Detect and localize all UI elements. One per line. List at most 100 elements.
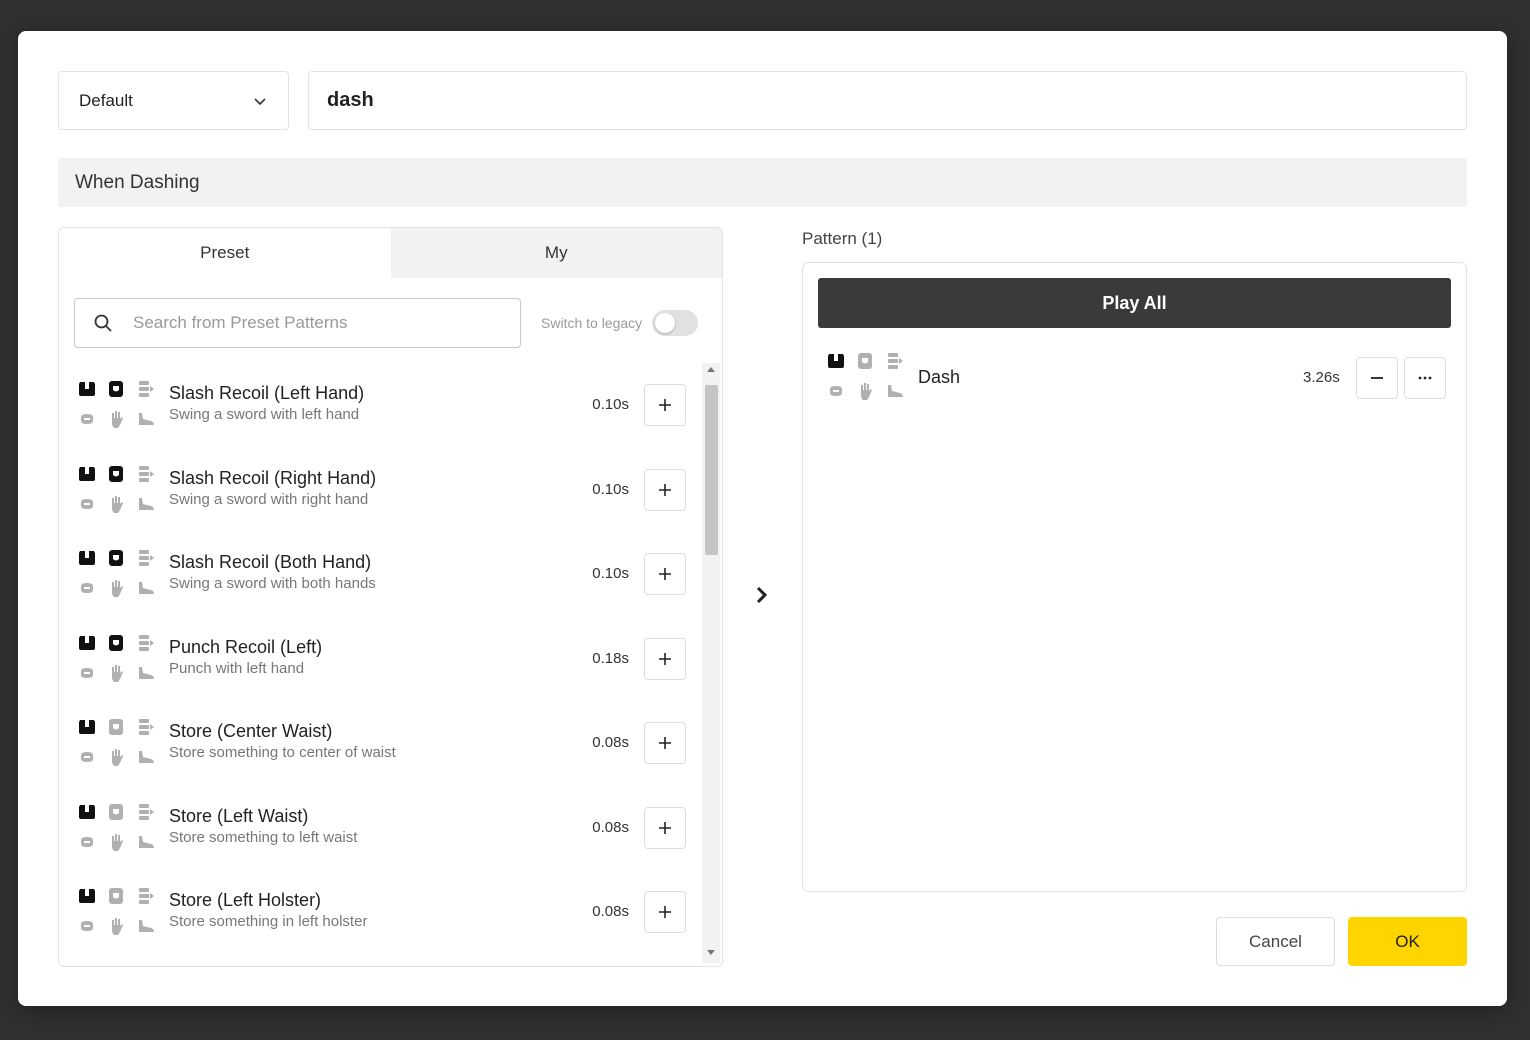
device-icons [76, 801, 156, 853]
face-mask-icon [105, 547, 127, 569]
hand-icon [854, 380, 876, 402]
vest-icon [76, 885, 98, 907]
preset-description: Punch with left hand [169, 659, 305, 677]
preset-title: Store (Center Waist) [169, 721, 333, 741]
preset-list-item[interactable]: Store (Left Waist) Store something to le… [59, 786, 699, 871]
hand-band-icon [76, 915, 98, 937]
add-preset-button[interactable] [644, 468, 686, 511]
more-options-button[interactable] [1404, 357, 1446, 399]
arm-band-icon [135, 378, 157, 400]
scroll-up-arrow[interactable] [702, 366, 720, 376]
hand-band-icon [825, 380, 847, 402]
vest-icon [76, 801, 98, 823]
pattern-item[interactable]: Dash 3.26s [818, 348, 1451, 408]
search-row: Switch to legacy [74, 298, 709, 348]
hand-band-icon [76, 662, 98, 684]
preset-list-item[interactable]: Slash Recoil (Right Hand) Swing a sword … [59, 448, 699, 533]
preset-description: Store something to center of waist [169, 744, 396, 761]
hand-icon [105, 915, 127, 937]
hand-icon [105, 662, 127, 684]
tab-my-label: My [544, 243, 568, 262]
tab-my[interactable]: My [390, 228, 722, 278]
scroll-down-arrow[interactable] [702, 950, 720, 960]
vest-icon [825, 350, 847, 372]
search-input[interactable] [133, 313, 502, 333]
preset-list-item[interactable]: Punch Recoil (Left) Punch with left hand… [59, 617, 699, 702]
pattern-panel: Play All Dash 3.26s [802, 262, 1467, 892]
play-all-button[interactable]: Play All [818, 278, 1451, 328]
plus-icon [659, 821, 671, 834]
preset-title: Punch Recoil (Left) [169, 636, 323, 657]
preset-list-item[interactable]: Slash Recoil (Both Hand) Swing a sword w… [59, 532, 699, 617]
foot-icon [135, 746, 157, 768]
pattern-dialog: Default dash When Dashing Preset My Swit… [18, 31, 1507, 1006]
add-preset-button[interactable] [644, 384, 686, 426]
preset-title: Slash Recoil (Left Hand) [169, 383, 365, 403]
tab-bar: Preset My [59, 228, 722, 278]
preset-duration: 0.08s [592, 818, 629, 836]
device-icons [825, 350, 905, 402]
legacy-toggle[interactable] [652, 310, 699, 336]
add-preset-button[interactable] [644, 891, 686, 933]
vest-icon [76, 632, 98, 654]
device-icons [76, 716, 156, 768]
pattern-name-input[interactable]: dash [308, 71, 1467, 130]
vest-icon [76, 716, 98, 738]
add-preset-button[interactable] [644, 637, 686, 680]
preset-title: Slash Recoil (Both Hand) [169, 552, 372, 572]
hand-icon [105, 746, 127, 768]
face-mask-icon [105, 463, 127, 485]
legacy-label: Switch to legacy [541, 315, 643, 331]
face-mask-icon [105, 716, 127, 738]
preset-list-item[interactable]: Store (Center Waist) Store something to … [59, 701, 699, 786]
hand-icon [105, 408, 127, 430]
preset-description: Store something to left waist [169, 828, 358, 846]
foot-icon [135, 493, 157, 515]
scrollbar[interactable] [702, 363, 720, 963]
add-preset-button[interactable] [644, 806, 686, 849]
arm-band-icon [135, 547, 157, 569]
device-icons [76, 632, 156, 684]
search-box [74, 298, 521, 348]
arm-band-icon [135, 716, 157, 738]
device-icons [76, 463, 156, 515]
add-preset-button[interactable] [644, 553, 686, 595]
more-horizontal-icon [1418, 376, 1432, 380]
preset-description: Store something in left holster [169, 913, 368, 930]
chevron-right-icon[interactable] [752, 584, 772, 606]
face-mask-icon [854, 350, 876, 372]
preset-duration: 0.10s [592, 565, 629, 582]
preset-list-item[interactable]: Store (Left Holster) Store something in … [59, 870, 699, 955]
preset-duration: 0.18s [592, 649, 629, 667]
hand-band-icon [76, 577, 98, 599]
preset-duration: 0.08s [592, 734, 629, 751]
search-icon [94, 314, 112, 332]
scroll-thumb[interactable] [705, 385, 718, 555]
preset-select-value: Default [79, 90, 133, 110]
cancel-button[interactable]: Cancel [1216, 917, 1335, 966]
hand-icon [105, 493, 127, 515]
play-all-label: Play All [1102, 292, 1167, 313]
preset-description: Swing a sword with left hand [169, 406, 360, 423]
foot-icon [135, 915, 157, 937]
device-icons [76, 378, 156, 430]
preset-description: Swing a sword with both hands [169, 575, 376, 592]
preset-duration: 0.10s [592, 396, 629, 413]
ok-button[interactable]: OK [1348, 917, 1467, 966]
arm-band-icon [135, 885, 157, 907]
device-icons [76, 547, 156, 599]
preset-duration: 0.10s [592, 480, 629, 498]
section-header: When Dashing [58, 158, 1467, 207]
tab-preset[interactable]: Preset [59, 228, 391, 278]
remove-pattern-button[interactable] [1356, 357, 1398, 399]
add-preset-button[interactable] [644, 722, 686, 764]
preset-list-item[interactable]: Slash Recoil (Left Hand) Swing a sword w… [59, 363, 699, 448]
hand-band-icon [76, 831, 98, 853]
face-mask-icon [105, 801, 127, 823]
preset-panel: Preset My Switch to legacy Slash Recoil … [58, 227, 723, 967]
preset-list: Slash Recoil (Left Hand) Swing a sword w… [59, 363, 699, 963]
plus-icon [659, 568, 671, 580]
plus-icon [659, 652, 671, 665]
arm-band-icon [884, 350, 906, 372]
preset-select[interactable]: Default [58, 71, 289, 130]
